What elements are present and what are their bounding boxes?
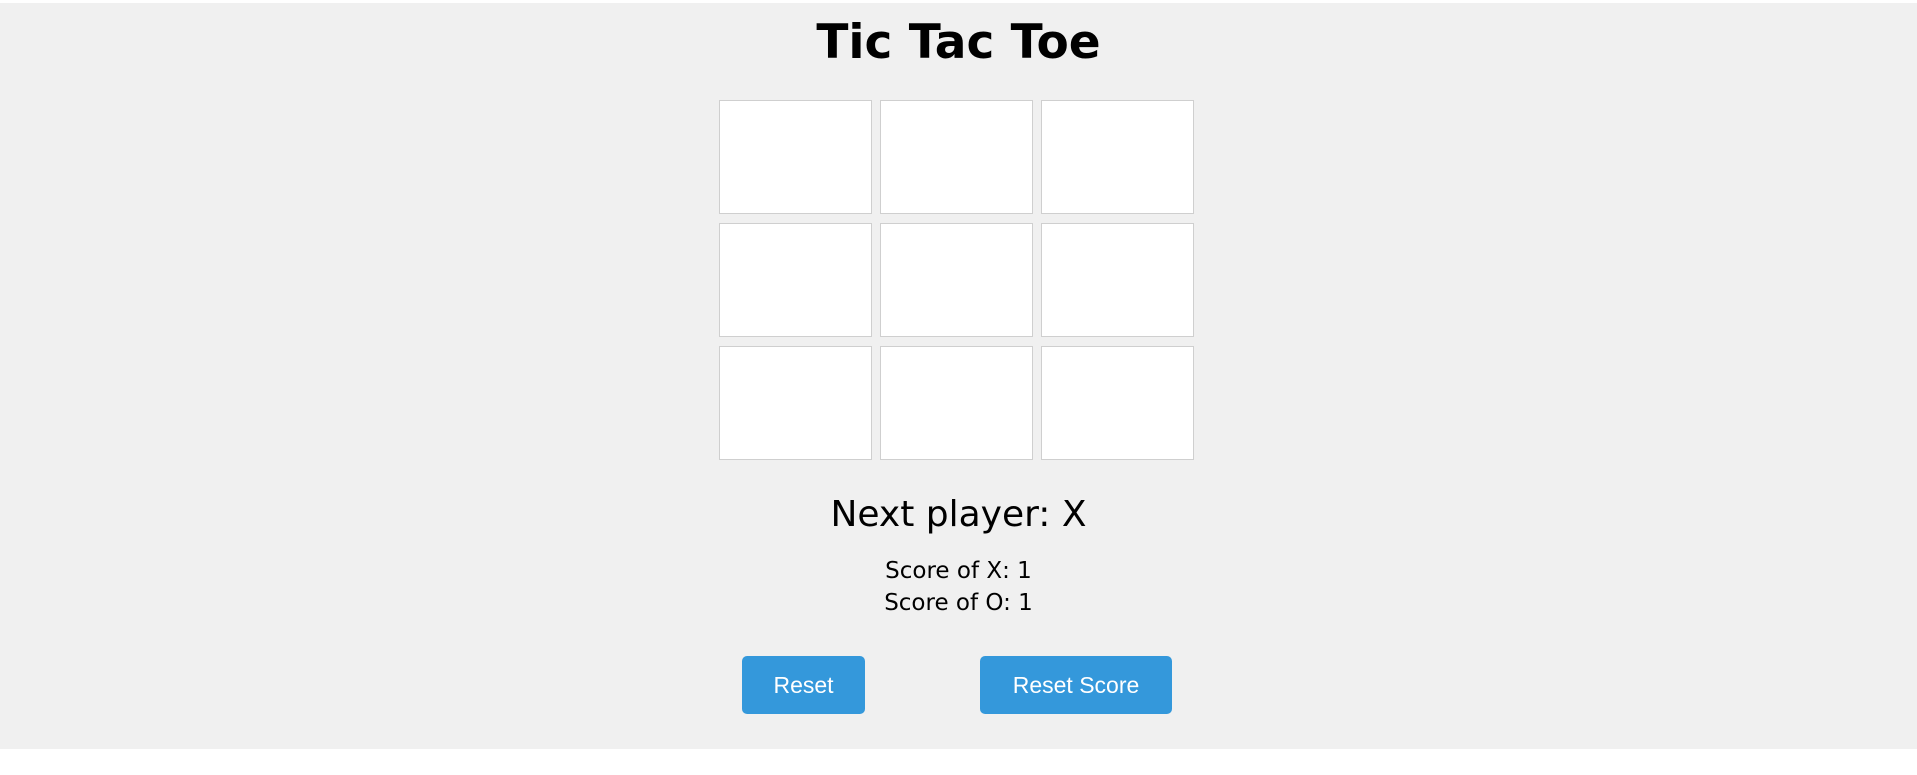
board-cell-3[interactable] — [1041, 100, 1194, 214]
reset-button[interactable]: Reset — [742, 656, 865, 714]
board-cell-5[interactable] — [880, 223, 1033, 337]
page-title: Tic Tac Toe — [816, 15, 1101, 70]
reset-score-button[interactable]: Reset Score — [980, 656, 1172, 714]
board-cell-8[interactable] — [880, 346, 1033, 460]
board-cell-9[interactable] — [1041, 346, 1194, 460]
score-x: Score of X: 1 — [885, 558, 1032, 584]
game-container: Tic Tac Toe Next player: X Score of X: 1… — [0, 3, 1917, 749]
next-player-status: Next player: X — [830, 494, 1087, 535]
score-o: Score of O: 1 — [884, 590, 1033, 616]
board-cell-1[interactable] — [719, 100, 872, 214]
board-cell-7[interactable] — [719, 346, 872, 460]
board-cell-2[interactable] — [880, 100, 1033, 214]
board-cell-6[interactable] — [1041, 223, 1194, 337]
game-board — [719, 100, 1195, 460]
board-cell-4[interactable] — [719, 223, 872, 337]
